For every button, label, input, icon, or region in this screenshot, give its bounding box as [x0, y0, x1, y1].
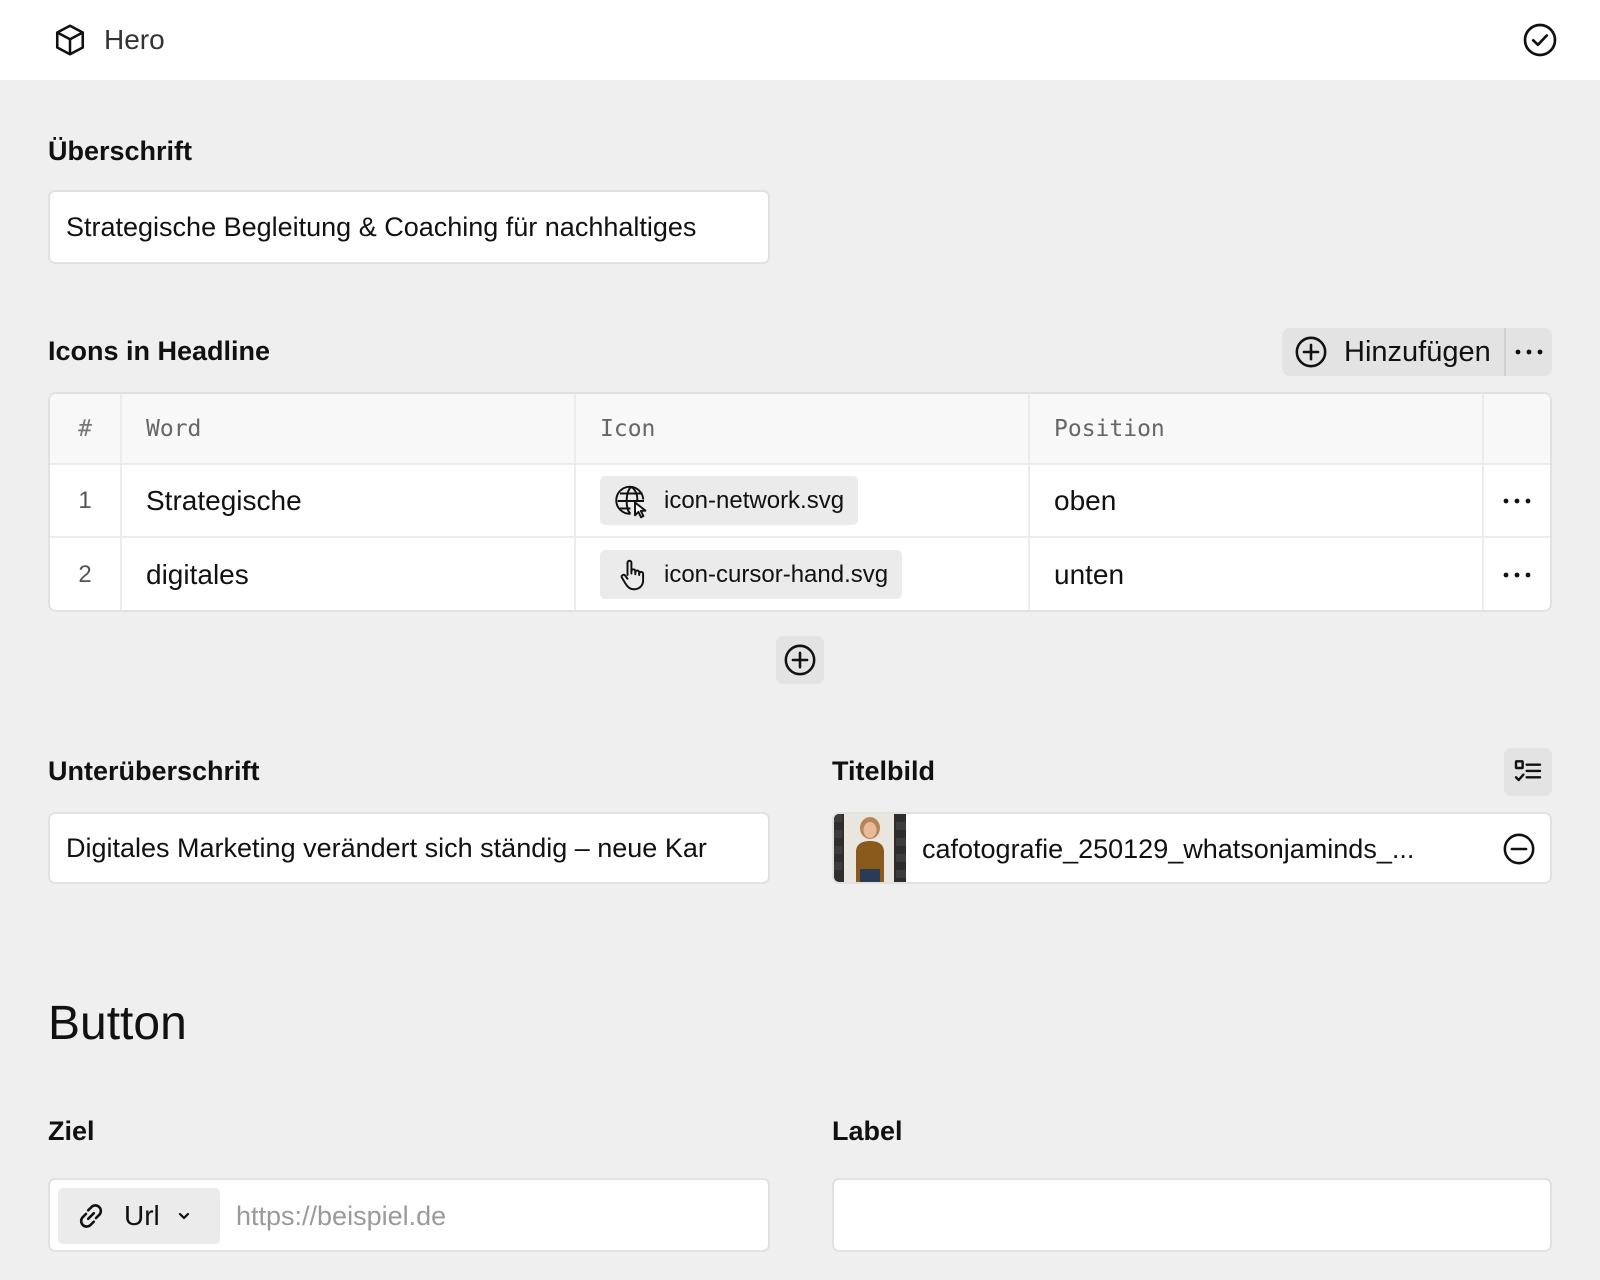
target-label: Ziel [48, 1116, 95, 1146]
more-horizontal-icon [1503, 498, 1531, 503]
more-horizontal-icon [1503, 572, 1531, 577]
row-icon-cell: icon-network.svg [576, 465, 1030, 536]
link-type-value: Url [124, 1200, 160, 1231]
headline-input[interactable]: Strategische Begleitung & Coaching für n… [48, 190, 770, 264]
icon-file-pill[interactable]: icon-cursor-hand.svg [600, 550, 903, 599]
icon-filename: icon-cursor-hand.svg [664, 560, 889, 588]
button-label-input[interactable] [832, 1178, 1552, 1252]
button-label-label: Label [832, 1116, 903, 1146]
row-word[interactable]: digitales [122, 538, 576, 610]
image-filename: cafotografie_250129_whatsonjaminds_... [922, 834, 1415, 864]
subheadline-input[interactable]: Digitales Marketing verändert sich ständ… [48, 812, 770, 884]
remove-circle-icon[interactable] [1502, 832, 1536, 866]
checklist-icon [1514, 760, 1542, 782]
title-image-field[interactable]: cafotografie_250129_whatsonjaminds_... [832, 812, 1552, 884]
link-icon [79, 1204, 103, 1228]
chevron-down-icon [178, 1212, 189, 1220]
add-icon-button[interactable]: Hinzufügen [1282, 328, 1504, 376]
column-header-word: Word [122, 394, 576, 463]
plus-circle-icon [784, 644, 816, 676]
hand-pointer-icon [620, 559, 645, 590]
row-options-button[interactable] [1484, 538, 1550, 610]
table-row[interactable]: 2 digitales icon-cursor-hand.svg unten [50, 538, 1550, 610]
panel-title: Hero [104, 24, 165, 55]
subheadline-value: Digitales Marketing verändert sich ständ… [66, 832, 707, 863]
icons-section-label: Icons in Headline [48, 336, 271, 366]
more-options-button[interactable] [1504, 328, 1552, 376]
row-number: 2 [50, 538, 122, 610]
row-word[interactable]: Strategische [122, 465, 576, 536]
target-field: Url [48, 1178, 770, 1252]
headline-label: Überschrift [48, 136, 193, 166]
icons-table: # Word Icon Position 1 Strategische icon… [48, 392, 1552, 612]
url-input[interactable] [236, 1188, 756, 1244]
row-position[interactable]: unten [1030, 538, 1484, 610]
row-position[interactable]: oben [1030, 465, 1484, 536]
add-button-group: Hinzufügen [1282, 328, 1552, 376]
row-number: 1 [50, 465, 122, 536]
section-heading-button: Button [48, 997, 187, 1050]
row-options-button[interactable] [1484, 465, 1550, 536]
plus-circle-icon [1295, 336, 1327, 368]
field-settings-button[interactable] [1504, 748, 1552, 796]
table-header: # Word Icon Position [50, 394, 1550, 465]
icon-filename: icon-network.svg [664, 486, 845, 514]
image-thumbnail [834, 814, 906, 882]
icon-file-pill[interactable]: icon-network.svg [600, 476, 859, 525]
headline-value: Strategische Begleitung & Coaching für n… [66, 211, 697, 242]
add-button-label: Hinzufügen [1344, 335, 1491, 368]
add-row-button[interactable] [776, 636, 824, 684]
subheadline-label: Unterüberschrift [48, 756, 260, 786]
more-horizontal-icon [1515, 349, 1543, 355]
title-image-label: Titelbild [832, 756, 936, 786]
column-header-actions [1484, 394, 1550, 463]
cube-icon [55, 24, 85, 56]
table-row[interactable]: 1 Strategische icon-network.svg oben [50, 465, 1550, 538]
globe-cursor-icon [615, 485, 647, 518]
row-icon-cell: icon-cursor-hand.svg [576, 538, 1030, 610]
link-type-select[interactable]: Url [58, 1188, 220, 1244]
column-header-num: # [50, 394, 122, 463]
column-header-position: Position [1030, 394, 1484, 463]
top-bar: Hero [0, 0, 1600, 80]
column-header-icon: Icon [576, 394, 1030, 463]
check-circle-icon[interactable] [1522, 22, 1558, 58]
